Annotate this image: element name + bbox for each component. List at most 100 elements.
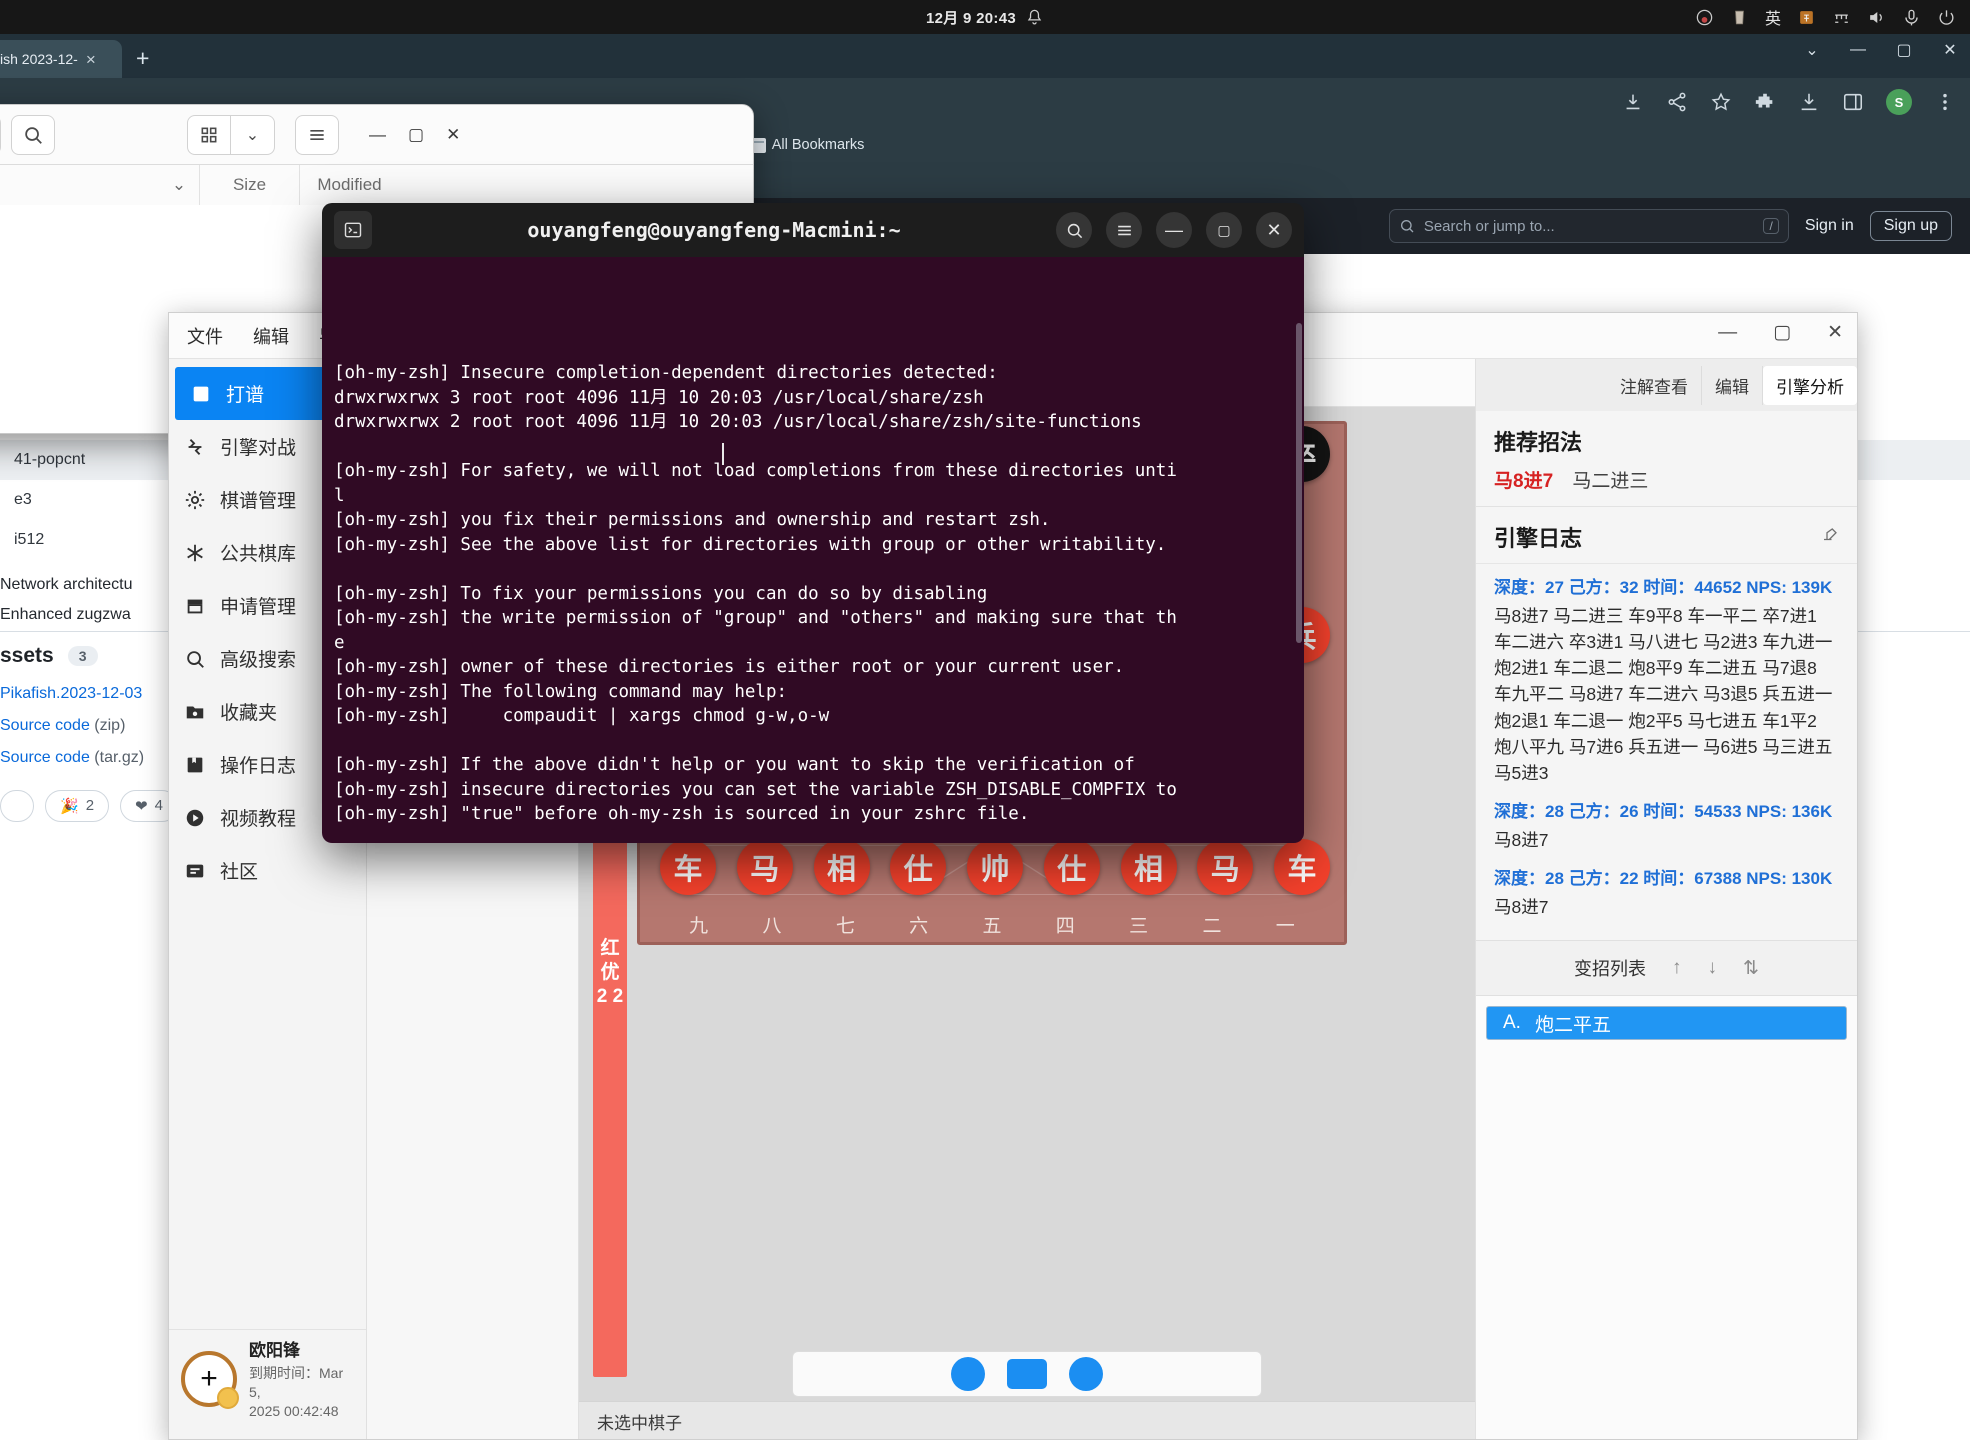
terminal-output[interactable]: [oh-my-zsh] Insecure completion-dependen… <box>322 257 1304 843</box>
power-icon[interactable] <box>1937 8 1956 27</box>
search-icon <box>1067 223 1082 238</box>
close-button[interactable]: ✕ <box>1256 212 1292 248</box>
engine-log-meta: 深度：28 己方：22 时间：67388 NPS: 130K <box>1494 869 1833 889</box>
clear-icon[interactable] <box>1821 526 1839 549</box>
side-panel-icon[interactable] <box>1842 91 1864 113</box>
menu-button[interactable] <box>1106 212 1142 248</box>
board-piece-red[interactable]: 马 <box>1197 839 1254 896</box>
close-icon[interactable]: × <box>86 51 96 68</box>
engine-log-meta: 深度：27 己方：32 时间：44652 NPS: 139K <box>1494 578 1833 597</box>
view-chevron-down-icon[interactable]: ⌄ <box>231 114 275 155</box>
sidebar-item-label: 视频教程 <box>220 809 297 830</box>
engine-battle-icon <box>183 435 207 459</box>
recommended-move-primary[interactable]: 马8进7 <box>1494 471 1553 492</box>
grid-view-icon[interactable] <box>187 114 231 155</box>
board-piece-red[interactable]: 仕 <box>1043 839 1100 896</box>
new-tab-button[interactable]: + <box>136 47 149 70</box>
analysis-tab[interactable]: 引擎分析 <box>1763 365 1857 405</box>
search-button[interactable] <box>1056 212 1092 248</box>
maximize-button[interactable]: ▢ <box>1206 212 1242 248</box>
analysis-tab[interactable]: 注解查看 <box>1607 365 1702 405</box>
user-profile[interactable]: + 欧阳锋 到期时间：Mar 5, 2025 00:42:48 <box>169 1329 366 1439</box>
share-icon[interactable] <box>1666 91 1688 113</box>
sidebar-item-label: 公共棋库 <box>220 544 297 565</box>
menu-icon <box>1117 225 1131 235</box>
board-piece-red[interactable]: 仕 <box>890 839 947 896</box>
breadcrumb[interactable]: sh / Linux ⋮ <box>0 114 1 155</box>
downloads-icon[interactable] <box>1798 91 1820 113</box>
reaction-chip[interactable]: 🎉 2 <box>45 789 110 822</box>
folder-star-icon <box>183 700 207 724</box>
column-size[interactable]: Size <box>199 165 299 205</box>
minimize-button[interactable]: — <box>1156 212 1192 248</box>
search-button[interactable] <box>11 114 55 155</box>
volume-icon[interactable] <box>1867 8 1886 27</box>
file-label: 五 <box>982 916 1002 937</box>
ime-label[interactable]: 英 <box>1765 5 1781 29</box>
minimize-button[interactable]: — <box>369 125 386 145</box>
sign-up-button[interactable]: Sign up <box>1869 211 1952 241</box>
arrow-up-icon[interactable]: ↑ <box>1672 957 1682 979</box>
next-move-button[interactable] <box>1069 1357 1103 1391</box>
terminal-icon[interactable] <box>334 211 372 249</box>
scrollbar[interactable] <box>1296 323 1302 643</box>
chevron-down-icon[interactable]: ⌄ <box>1802 40 1822 60</box>
medal-icon <box>217 1386 239 1409</box>
flatpak-icon[interactable] <box>1730 8 1749 27</box>
search-icon <box>1400 220 1414 233</box>
minimize-button[interactable]: — <box>1718 322 1737 344</box>
network-icon[interactable] <box>1832 8 1851 27</box>
engine-log-body[interactable]: 深度：27 己方：32 时间：44652 NPS: 139K 马8进7 马二进三 … <box>1476 564 1857 940</box>
board-piece-red[interactable]: 车 <box>1274 839 1330 896</box>
extensions-puzzle-icon[interactable] <box>1754 91 1776 113</box>
terminal-line: [oh-my-zsh] If the above didn't help or … <box>334 755 1135 775</box>
bell-icon[interactable] <box>1025 8 1044 27</box>
board-piece-red[interactable]: 车 <box>660 839 716 896</box>
maximize-button[interactable]: ▢ <box>1773 321 1791 344</box>
arrow-down-icon[interactable]: ↓ <box>1708 957 1718 979</box>
bookmark-star-icon[interactable] <box>1710 91 1732 113</box>
chrome-menu-icon[interactable] <box>1934 91 1956 113</box>
sort-chevron-icon[interactable]: ⌄ <box>159 165 199 205</box>
ime-panel-icon[interactable] <box>1797 8 1816 27</box>
sort-icon[interactable]: ⇅ <box>1743 957 1759 980</box>
sign-in-link[interactable]: Sign in <box>1805 217 1854 235</box>
sidebar-item-9[interactable]: 社区 <box>169 844 366 897</box>
profile-avatar[interactable]: S <box>1886 89 1912 115</box>
variation-item[interactable]: A. 炮二平五 <box>1486 1006 1847 1041</box>
close-button[interactable]: ✕ <box>1827 321 1843 344</box>
maximize-button[interactable]: ▢ <box>408 125 424 145</box>
prev-move-button[interactable] <box>951 1357 985 1391</box>
reaction-chip[interactable] <box>0 789 34 822</box>
recommended-move-secondary: 马二进三 <box>1572 471 1649 492</box>
board-piece-red[interactable]: 相 <box>813 839 870 896</box>
close-button[interactable]: ✕ <box>446 125 460 145</box>
avatar[interactable]: + <box>181 1350 239 1409</box>
close-button[interactable]: ✕ <box>1940 40 1960 60</box>
mic-icon[interactable] <box>1902 8 1921 27</box>
search-input[interactable]: Search or jump to... / <box>1388 209 1789 243</box>
menu-item[interactable]: 编辑 <box>253 323 289 349</box>
system-clock[interactable]: 12月 9 20:43 <box>926 7 1044 28</box>
status-bar: 未选中棋子 <box>579 1401 1475 1439</box>
browser-tab[interactable]: ish 2023-12- × <box>0 40 122 78</box>
play-pause-button[interactable] <box>1007 1359 1047 1389</box>
file-label: 八 <box>762 916 782 937</box>
terminal-line: [oh-my-zsh] compaudit | xargs chmod g-w,… <box>334 706 830 726</box>
board-piece-red[interactable]: 帅 <box>967 839 1023 896</box>
column-modified[interactable]: Modified <box>299 165 399 205</box>
board-piece-red[interactable]: 相 <box>1120 839 1177 896</box>
minimize-button[interactable]: — <box>1848 41 1868 59</box>
board-piece-red[interactable]: 马 <box>736 839 793 896</box>
menu-item[interactable]: 文件 <box>187 323 223 349</box>
record-icon[interactable] <box>1695 8 1714 27</box>
file-manager-headerbar: sh / Linux ⋮ ⌄ — ▢ ✕ <box>0 105 753 165</box>
gear-icon <box>183 488 207 512</box>
search-icon <box>25 126 42 144</box>
all-bookmarks-button[interactable]: All Bookmarks <box>745 134 872 156</box>
install-icon[interactable] <box>1622 91 1644 113</box>
analysis-tab[interactable]: 编辑 <box>1702 365 1763 405</box>
maximize-button[interactable]: ▢ <box>1894 40 1914 60</box>
hamburger-menu-button[interactable] <box>295 114 339 155</box>
